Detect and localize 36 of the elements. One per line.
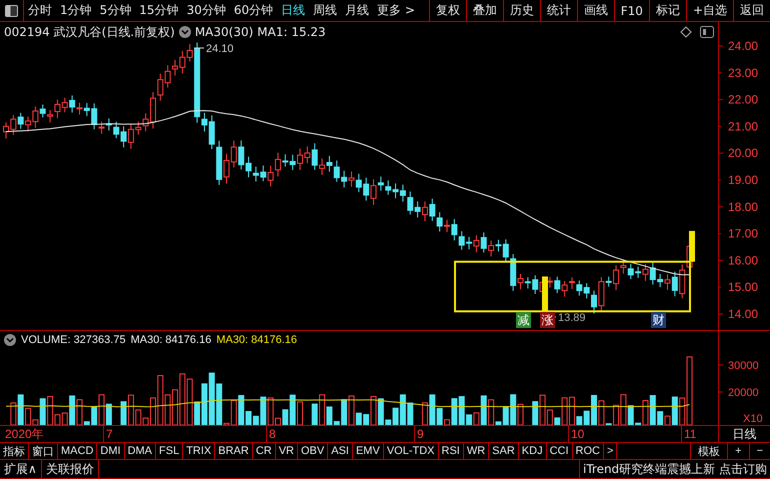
price-tick-label: 18.00 xyxy=(728,200,758,214)
volume-tick-label: 20000 xyxy=(728,387,759,399)
price-tick-label: 16.00 xyxy=(728,253,758,268)
date-label: 7 xyxy=(106,427,113,441)
price-tick-label: 20.00 xyxy=(728,146,758,160)
ma-value: MA1: 15.23 xyxy=(257,25,326,39)
date-label: 2020年 xyxy=(5,427,44,441)
signal-badge[interactable]: 减 xyxy=(516,312,531,328)
volume-ma-value: MA30: 84176.16 xyxy=(216,334,298,346)
high-price-label: 24.10 xyxy=(194,43,234,55)
price-tick-label: 23.00 xyxy=(728,66,758,80)
price-tick-label: 15.00 xyxy=(728,280,758,294)
volume-value: VOLUME: 327363.75 xyxy=(21,334,126,346)
date-label: 10 xyxy=(571,427,584,441)
price-tick-label: 19.00 xyxy=(728,173,758,187)
volume-ma-value: MA30: 84176.16 xyxy=(130,334,212,346)
date-label: 11 xyxy=(684,427,696,441)
price-tick-label: 21.00 xyxy=(728,119,758,134)
indicator-tab[interactable]: WR xyxy=(464,443,490,459)
volume-unit-label: X10 xyxy=(743,413,763,425)
price-tick-label: 17.00 xyxy=(728,226,758,241)
stock-title: 002194 武汉凡谷(日线.前复权) xyxy=(4,24,175,40)
price-tick-label: 14.00 xyxy=(728,307,758,321)
indicator-tab[interactable]: VR xyxy=(276,443,298,459)
indicator-tab[interactable]: VOL-TDX xyxy=(384,443,438,459)
price-tick-label: 24.00 xyxy=(728,39,758,53)
indicator-name: MA30(30) xyxy=(194,25,254,39)
indicator-tab[interactable]: 指标 xyxy=(0,443,29,459)
promo-link[interactable]: iTrend研究终端震撼上新 点击订购 xyxy=(579,460,770,478)
volume-tick-label: 30000 xyxy=(728,360,759,372)
period-label: 日线 xyxy=(718,425,770,442)
date-label: 9 xyxy=(417,427,424,441)
indicator-tab[interactable]: ASI xyxy=(328,443,353,459)
price-tick-label: 22.00 xyxy=(728,92,758,107)
date-label: 8 xyxy=(269,427,276,441)
signal-badge[interactable]: 财 xyxy=(651,312,666,328)
